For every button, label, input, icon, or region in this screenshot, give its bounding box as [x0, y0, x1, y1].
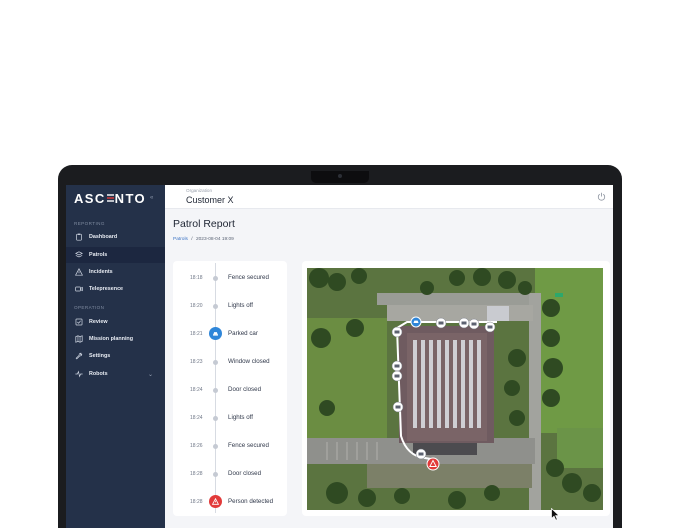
- breadcrumb: Patrols / 2023-08-04 19:09: [173, 237, 234, 242]
- layers-icon: [75, 251, 83, 258]
- event-label: Lights off: [228, 414, 253, 421]
- sidebar: ASC NTO « REPORTING Dashboard Patrols Inc…: [66, 185, 165, 528]
- event-time: 18:24: [190, 387, 203, 393]
- sidebar-item-dashboard[interactable]: Dashboard: [66, 229, 165, 245]
- chevron-down-icon[interactable]: ⌄: [148, 371, 153, 378]
- section-label-reporting: REPORTING: [74, 221, 105, 226]
- timeline-dot: [213, 444, 218, 449]
- map-icon: [75, 335, 83, 343]
- sidebar-item-label: Mission planning: [89, 336, 134, 342]
- timeline-item[interactable]: 18:26 Fence secured: [173, 439, 287, 453]
- timeline-item[interactable]: 18:21 Parked car: [173, 327, 287, 341]
- warning-icon: [209, 495, 222, 508]
- event-time: 18:28: [190, 471, 203, 477]
- checkbox-icon: [75, 318, 83, 326]
- timeline-dot: [213, 360, 218, 365]
- sidebar-item-mission-planning[interactable]: Mission planning: [66, 331, 165, 347]
- event-label: Window closed: [228, 358, 270, 365]
- mouse-cursor-icon: [551, 508, 560, 521]
- timeline-item[interactable]: 18:24 Lights off: [173, 411, 287, 425]
- event-label: Lights off: [228, 302, 253, 309]
- double-chevron-left-icon[interactable]: «: [150, 195, 153, 201]
- page-title: Patrol Report: [173, 218, 235, 230]
- event-time: 18:18: [190, 275, 203, 281]
- section-label-operation: OPERATION: [74, 305, 105, 310]
- sidebar-item-review[interactable]: Review: [66, 314, 165, 330]
- timeline-item[interactable]: 18:24 Door closed: [173, 383, 287, 397]
- timeline-item[interactable]: 18:23 Window closed: [173, 355, 287, 369]
- warning-icon: [75, 268, 83, 276]
- event-time: 18:20: [190, 303, 203, 309]
- breadcrumb-patrols-link[interactable]: Patrols: [173, 237, 188, 242]
- sidebar-item-label: Settings: [89, 353, 111, 359]
- sidebar-item-incidents[interactable]: Incidents: [66, 264, 165, 280]
- sidebar-item-robots[interactable]: Robots ⌄: [66, 366, 165, 382]
- event-time: 18:24: [190, 415, 203, 421]
- event-label: Fence secured: [228, 442, 269, 449]
- wrench-icon: [75, 352, 83, 360]
- event-label: Door closed: [228, 386, 262, 393]
- sidebar-item-label: Robots: [89, 371, 108, 377]
- event-label: Fence secured: [228, 274, 269, 281]
- timeline-dot: [213, 472, 218, 477]
- top-bar: Organization Customer X: [165, 185, 613, 209]
- sidebar-item-label: Patrols: [89, 252, 108, 258]
- sidebar-item-patrols[interactable]: Patrols: [66, 247, 165, 263]
- webcam: [338, 174, 342, 178]
- event-label: Door closed: [228, 470, 262, 477]
- timeline-dot: [213, 276, 218, 281]
- event-time: 18:26: [190, 443, 203, 449]
- sidebar-item-settings[interactable]: Settings: [66, 348, 165, 364]
- sidebar-item-label: Incidents: [89, 269, 113, 275]
- sidebar-item-label: Review: [89, 319, 108, 325]
- sidebar-item-telepresence[interactable]: Telepresence: [66, 281, 165, 297]
- power-icon[interactable]: [597, 192, 606, 201]
- event-label: Person detected: [228, 498, 274, 505]
- timeline-item[interactable]: 18:28 Door closed: [173, 467, 287, 481]
- breadcrumb-separator: /: [191, 237, 193, 242]
- clipboard-icon: [76, 233, 82, 241]
- event-label: Parked car: [228, 330, 258, 337]
- sidebar-item-label: Dashboard: [89, 234, 118, 240]
- organization-selector[interactable]: Customer X: [186, 195, 234, 205]
- event-time: 18:23: [190, 359, 203, 365]
- activity-icon: [75, 370, 83, 378]
- timeline-item[interactable]: 18:28 Person detected: [173, 495, 287, 509]
- app-logo[interactable]: ASC NTO: [74, 191, 146, 206]
- breadcrumb-current: 2023-08-04 19:09: [195, 237, 234, 242]
- video-icon: [75, 286, 83, 292]
- timeline-dot: [213, 388, 218, 393]
- car-icon: [209, 327, 222, 340]
- event-time: 18:28: [190, 499, 203, 505]
- sidebar-item-label: Telepresence: [89, 286, 124, 292]
- patrol-timeline: 18:18 Fence secured 18:20 Lights off 18:…: [173, 261, 287, 516]
- timeline-item[interactable]: 18:18 Fence secured: [173, 271, 287, 285]
- event-time: 18:21: [190, 331, 203, 337]
- timeline-dot: [213, 304, 218, 309]
- organization-label: Organization: [186, 188, 213, 193]
- patrol-map[interactable]: [307, 268, 603, 510]
- app-screen: ASC NTO « REPORTING Dashboard Patrols Inc…: [66, 185, 613, 528]
- timeline-item[interactable]: 18:20 Lights off: [173, 299, 287, 313]
- timeline-dot: [213, 416, 218, 421]
